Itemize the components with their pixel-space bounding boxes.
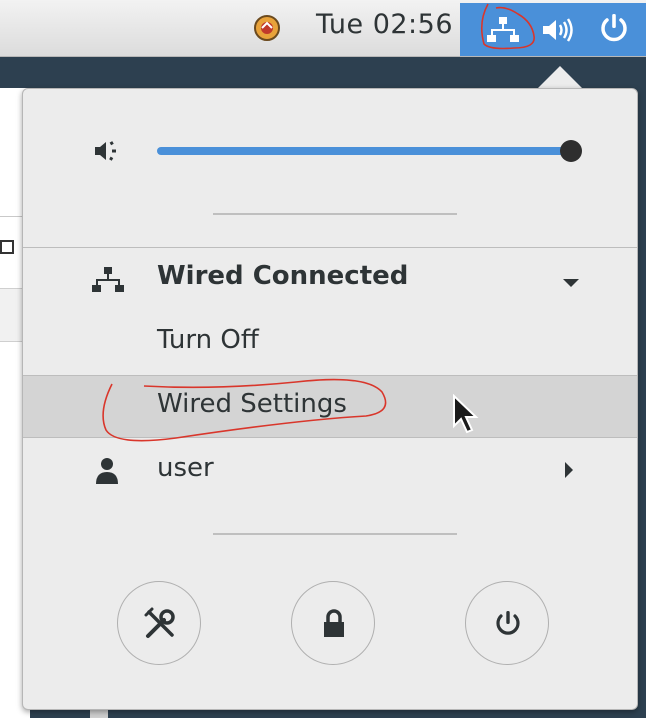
user-menu-label[interactable]: user xyxy=(157,453,214,483)
volume-slider-handle[interactable] xyxy=(560,140,582,162)
turn-off-item[interactable]: Turn Off xyxy=(157,325,259,355)
user-icon xyxy=(96,458,118,484)
lock-button[interactable] xyxy=(291,581,375,665)
speaker-icon xyxy=(95,141,116,161)
chevron-right-icon[interactable] xyxy=(563,461,575,479)
network-wired-icon xyxy=(92,267,124,292)
settings-icon xyxy=(144,607,175,638)
system-menu: Wired Connected Turn Off Wired Settings … xyxy=(22,88,638,710)
separator xyxy=(213,213,457,215)
settings-button[interactable] xyxy=(117,581,201,665)
volume-slider[interactable] xyxy=(157,147,573,155)
volume-icon[interactable] xyxy=(540,15,576,45)
app-indicator-icon[interactable] xyxy=(253,14,281,42)
lock-icon xyxy=(324,609,344,637)
wired-settings-label[interactable]: Wired Settings xyxy=(157,389,347,419)
power-off-icon xyxy=(496,611,520,635)
network-status-label[interactable]: Wired Connected xyxy=(157,261,408,291)
status-area[interactable] xyxy=(460,3,646,56)
window-checkbox xyxy=(0,240,14,254)
top-bar: Tue 02:56 xyxy=(0,0,646,57)
power-icon[interactable] xyxy=(597,12,631,46)
clock[interactable]: Tue 02:56 xyxy=(316,9,453,40)
mouse-cursor xyxy=(453,394,479,434)
section-divider xyxy=(23,247,637,248)
menu-arrow xyxy=(537,66,583,89)
separator xyxy=(213,533,457,535)
section-divider xyxy=(23,437,637,438)
network-wired-icon[interactable] xyxy=(485,15,521,45)
chevron-down-icon[interactable] xyxy=(562,277,580,289)
power-off-button[interactable] xyxy=(465,581,549,665)
section-divider xyxy=(23,375,637,376)
